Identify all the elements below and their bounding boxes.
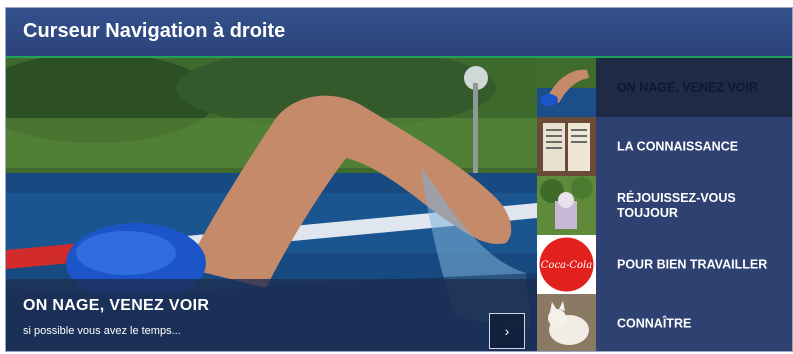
thumbnail-garden xyxy=(537,176,596,235)
nav-item-on-nage[interactable]: ON NAGE, VENEZ VOIR xyxy=(537,58,792,117)
slider-title: Curseur Navigation à droite xyxy=(23,20,286,42)
slider-header: Curseur Navigation à droite xyxy=(6,8,792,58)
hero-slide[interactable]: ON NAGE, VENEZ VOIR si possible vous ave… xyxy=(6,58,537,351)
nav-item-label: CONNAÎTRE xyxy=(617,316,692,330)
chevron-right-icon: › xyxy=(504,323,510,339)
next-slide-button[interactable]: › xyxy=(489,313,525,349)
thumbnail-document xyxy=(537,117,596,176)
thumbnail-coca-cola-logo: Coca-Cola xyxy=(537,235,596,294)
nav-item-label: LA CONNAISSANCE xyxy=(617,139,739,153)
nav-item-label: ON NAGE, VENEZ VOIR xyxy=(617,80,758,94)
svg-text:Coca-Cola: Coca-Cola xyxy=(541,260,592,271)
thumbnail-swimmer xyxy=(537,58,596,117)
nav-item-connaitre[interactable]: CONNAÎTRE xyxy=(537,294,792,351)
nav-item-connaissance[interactable]: LA CONNAISSANCE xyxy=(537,117,792,176)
nav-item-label: RÉJOUISSEZ-VOUS TOUJOUR xyxy=(617,190,736,220)
navigation-slider: Curseur Navigation à droite ON NAGE, VEN… xyxy=(5,7,793,352)
slide-caption: ON NAGE, VENEZ VOIR si possible vous ave… xyxy=(6,279,537,351)
slide-navigation-list: ON NAGE, VENEZ VOIR LA CONNAISSANCE RÉJO… xyxy=(537,58,792,351)
nav-item-label: POUR BIEN TRAVAILLER xyxy=(617,257,768,271)
nav-item-bien-travailler[interactable]: Coca-Cola POUR BIEN TRAVAILLER xyxy=(537,235,792,294)
nav-item-rejouissez-vous[interactable]: RÉJOUISSEZ-VOUS TOUJOUR xyxy=(537,176,792,235)
thumbnail-cat xyxy=(537,294,596,351)
slide-title: ON NAGE, VENEZ VOIR xyxy=(23,297,210,314)
slide-subtitle: si possible vous avez le temps... xyxy=(23,325,181,337)
